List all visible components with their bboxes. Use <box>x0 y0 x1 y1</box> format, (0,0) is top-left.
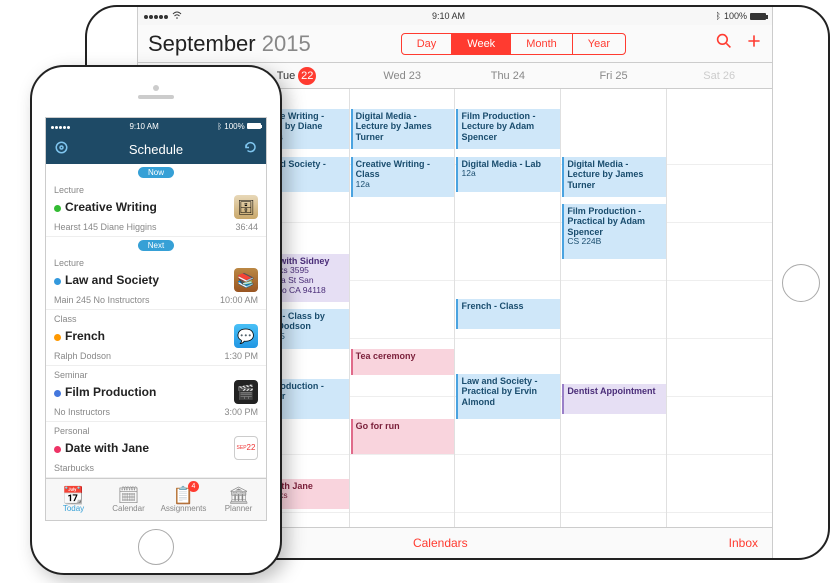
day-column[interactable]: Digital Media - Lecture by James Turner C… <box>350 89 456 527</box>
seg-week[interactable]: Week <box>452 34 511 54</box>
view-segmented-control[interactable]: Day Week Month Year <box>401 33 626 55</box>
settings-icon[interactable] <box>54 140 69 158</box>
calendar-event[interactable]: Creative Writing - Class12a <box>351 157 455 197</box>
calendar-event[interactable]: Digital Media - Lecture by James Turner <box>351 109 455 149</box>
film-icon: 🎬 <box>234 380 258 404</box>
item-title: Law and Society <box>54 273 159 287</box>
seg-year[interactable]: Year <box>573 34 625 54</box>
item-category: Personal <box>54 426 258 436</box>
tab-label: Assignments <box>161 504 207 513</box>
iphone-screen: 9:10 AM ᛒ 100% Schedule Now Lecture Creati… <box>45 117 267 521</box>
schedule-list[interactable]: Now Lecture Creative Writing 🗄 Hearst 145 Di… <box>46 164 266 478</box>
ipad-navbar: September 2015 Day Week Month Year <box>138 25 772 63</box>
calendar-event[interactable]: Digital Media - Lab12a <box>456 157 560 192</box>
tab-today[interactable]: 📆Today <box>46 479 101 520</box>
bluetooth-icon: ᛒ <box>716 11 721 21</box>
schedule-title: Schedule <box>129 142 183 157</box>
section-pill: Next <box>46 237 266 254</box>
calendar-event[interactable]: Film Production - Practical by Adam Spen… <box>562 204 666 259</box>
schedule-item[interactable]: Lecture Creative Writing 🗄 Hearst 145 Diane… <box>46 181 266 237</box>
day-header-cell[interactable]: Fri 25 <box>561 63 667 88</box>
item-title: Creative Writing <box>54 200 157 214</box>
tab-icon: 🏛 <box>228 487 250 504</box>
bluetooth-icon: ᛒ <box>217 122 222 131</box>
tab-label: Planner <box>225 504 253 513</box>
item-title: Date with Jane <box>54 441 149 455</box>
schedule-item[interactable]: Class French 💬 Ralph Dodson 1:30 PM <box>46 310 266 366</box>
tab-planner[interactable]: 🏛Planner <box>211 479 266 520</box>
item-category: Seminar <box>54 370 258 380</box>
item-meta: Main 245 No Instructors <box>54 295 150 305</box>
drawer-icon: 🗄 <box>234 195 258 219</box>
item-time: 1:30 PM <box>224 351 258 361</box>
battery-icon <box>750 13 766 20</box>
item-category: Lecture <box>54 185 258 195</box>
cal-icon: SEP22 <box>234 436 258 460</box>
calendars-button[interactable]: Calendars <box>413 536 468 550</box>
search-icon[interactable] <box>716 33 732 54</box>
seg-month[interactable]: Month <box>511 34 573 54</box>
ipad-status-time: 9:10 AM <box>432 11 465 21</box>
ipad-home-button[interactable] <box>782 264 820 302</box>
tab-label: Today <box>63 504 84 513</box>
item-time: 36:44 <box>235 222 258 232</box>
schedule-item[interactable]: Lecture Law and Society 📚 Main 245 No Instr… <box>46 254 266 310</box>
inbox-button[interactable]: Inbox <box>729 536 758 550</box>
item-time: 3:00 PM <box>224 407 258 417</box>
schedule-item[interactable]: Personal Date with Jane SEP22 Starbucks <box>46 422 266 478</box>
iphone-statusbar: 9:10 AM ᛒ 100% <box>46 118 266 134</box>
iphone-status-time: 9:10 AM <box>129 122 158 131</box>
day-header-cell[interactable]: Wed 23 <box>349 63 455 88</box>
item-meta: No Instructors <box>54 407 110 417</box>
wifi-icon <box>172 11 182 19</box>
tab-icon: 📆 <box>63 487 84 504</box>
item-category: Class <box>54 314 258 324</box>
day-column[interactable]: Film Production - Lecture by Adam Spence… <box>455 89 561 527</box>
day-header-cell[interactable]: Thu 24 <box>455 63 561 88</box>
iphone-tabbar: 📆Today🗓Calendar📋Assignments4🏛Planner <box>46 478 266 520</box>
battery-icon <box>247 123 261 129</box>
item-title: Film Production <box>54 385 156 399</box>
tab-badge: 4 <box>188 481 199 492</box>
iphone-home-button[interactable] <box>138 529 174 565</box>
calendar-event[interactable]: Tea ceremony <box>351 349 455 375</box>
calendar-event[interactable]: Film Production - Lecture by Adam Spence… <box>456 109 560 149</box>
item-meta: Hearst 145 Diane Higgins <box>54 222 157 232</box>
tab-icon: 🗓 <box>118 487 140 504</box>
day-header-cell[interactable]: Sat 26 <box>666 63 772 88</box>
tab-assignments[interactable]: 📋Assignments4 <box>156 479 211 520</box>
ipad-statusbar: 9:10 AM ᛒ 100% <box>138 7 772 25</box>
books-icon: 📚 <box>234 268 258 292</box>
calendar-event[interactable]: Law and Society - Practical by Ervin Alm… <box>456 374 560 419</box>
tab-calendar[interactable]: 🗓Calendar <box>101 479 156 520</box>
item-category: Lecture <box>54 258 258 268</box>
section-pill: Now <box>46 164 266 181</box>
calendar-event[interactable]: Digital Media - Lecture by James Turner <box>562 157 666 197</box>
item-meta: Starbucks <box>54 463 94 473</box>
schedule-item[interactable]: Seminar Film Production 🎬 No Instructors 3:0… <box>46 366 266 422</box>
day-column[interactable]: Digital Media - Lecture by James Turner F… <box>561 89 667 527</box>
day-column[interactable] <box>667 89 772 527</box>
iphone-navbar: Schedule <box>46 134 266 164</box>
iphone-device: 9:10 AM ᛒ 100% Schedule Now Lecture Creati… <box>30 65 282 575</box>
add-icon[interactable] <box>746 33 762 54</box>
seg-day[interactable]: Day <box>402 34 453 54</box>
calendar-event[interactable]: Go for run <box>351 419 455 454</box>
item-meta: Ralph Dodson <box>54 351 111 361</box>
refresh-icon[interactable] <box>243 140 258 158</box>
item-title: French <box>54 329 105 343</box>
calendar-event[interactable]: Dentist Appointment <box>562 384 666 414</box>
tab-label: Calendar <box>112 504 144 513</box>
chat-icon: 💬 <box>234 324 258 348</box>
calendar-event[interactable]: French - Class <box>456 299 560 329</box>
item-time: 10:00 AM <box>220 295 258 305</box>
calendar-title: September 2015 <box>148 31 311 57</box>
